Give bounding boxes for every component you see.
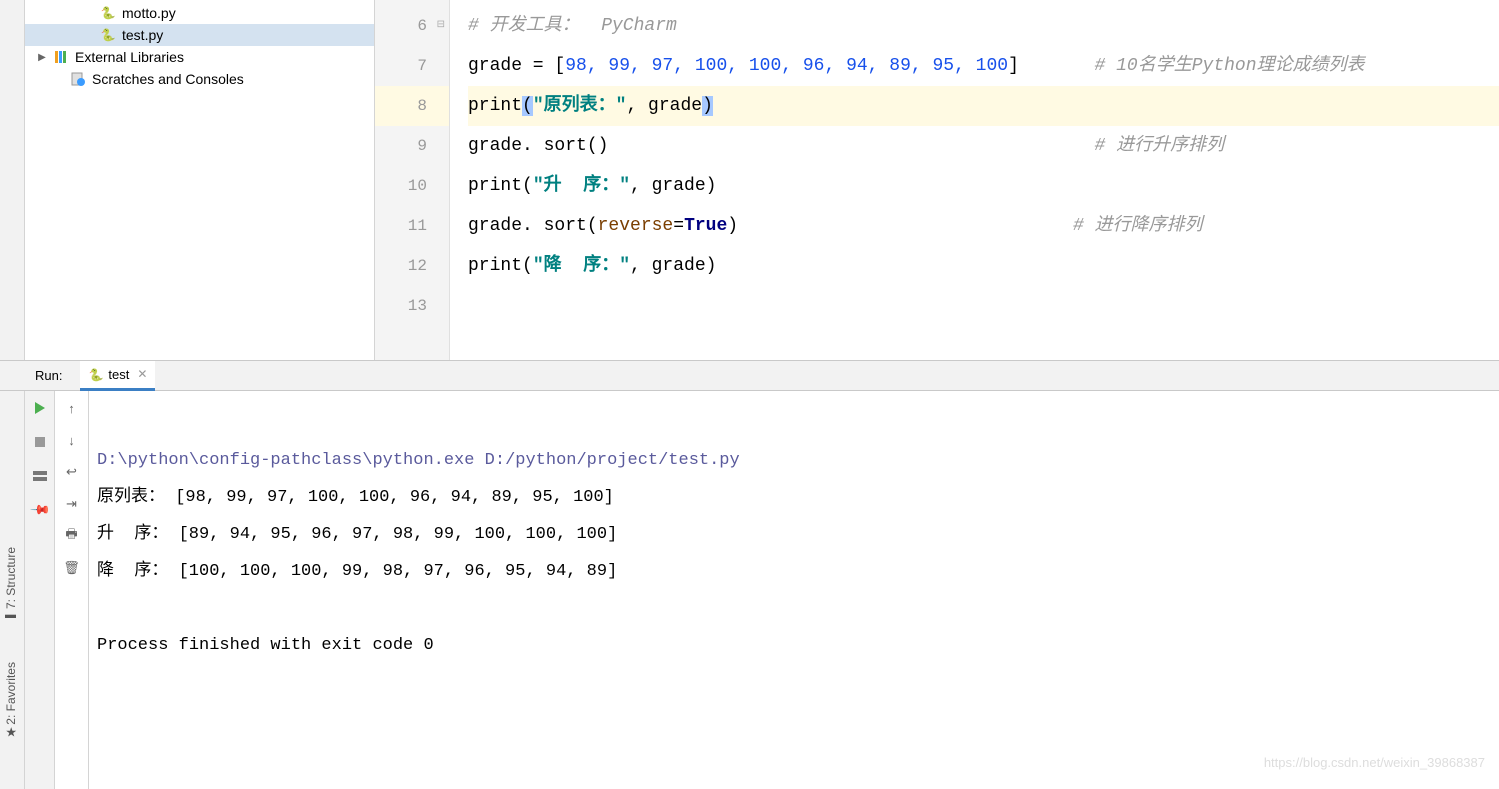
pin-icon[interactable]: 📌 [27,497,52,522]
run-toolbar-secondary: ↑ ↓ ↩ ⇥ 🖶 🗑 [55,391,89,789]
tree-item-test[interactable]: test.py [25,24,374,46]
line-number: 9 [375,126,449,166]
console-command: D:\python\config-pathclass\python.exe D:… [97,442,1491,479]
line-number: 7 [375,46,449,86]
close-icon[interactable]: ✕ [137,367,147,381]
code-line[interactable]: grade. sort(reverse=True) # 进行降序排列 [468,206,1499,246]
run-label: Run: [35,368,62,383]
code-line[interactable]: grade. sort() # 进行升序排列 [468,126,1499,166]
console-output[interactable]: D:\python\config-pathclass\python.exe D:… [89,391,1499,789]
tree-item-external-libs[interactable]: ▶ External Libraries [25,46,374,68]
tree-item-scratches[interactable]: Scratches and Consoles [25,68,374,90]
trash-icon[interactable]: 🗑 [63,559,81,577]
left-tool-tabs: ▬7: Structure ★2: Favorites [0,391,25,789]
code-line[interactable] [468,286,1499,326]
code-line[interactable]: print("原列表：", grade) [468,86,1499,126]
tree-label: External Libraries [75,49,184,65]
code-line[interactable]: print("降 序：", grade) [468,246,1499,286]
line-number: 6⊟ [375,6,449,46]
rerun-icon[interactable] [31,399,49,417]
watermark-text: https://blog.csdn.net/weixin_39868387 [1264,744,1485,781]
structure-tool-tab[interactable]: ▬7: Structure [4,547,18,624]
run-tab-test[interactable]: test ✕ [80,361,155,391]
console-line: 降 序： [100, 100, 100, 99, 98, 97, 96, 95,… [97,553,1491,590]
editor-gutter: 6⊟ 7 8 9 10 11 12 13 [375,0,450,360]
line-number: 11 [375,206,449,246]
soft-wrap-icon[interactable]: ↩ [63,463,81,481]
code-content[interactable]: # 开发工具： PyCharm grade = [98, 99, 97, 100… [450,0,1499,360]
python-file-icon [88,367,108,382]
print-icon[interactable]: 🖶 [63,527,81,545]
layout-icon[interactable] [31,467,49,485]
python-file-icon [100,5,116,21]
console-exit: Process finished with exit code 0 [97,627,1491,664]
run-toolbar-primary: 📌 [25,391,55,789]
chevron-right-icon[interactable]: ▶ [35,50,49,64]
scroll-end-icon[interactable]: ⇥ [63,495,81,513]
console-blank [97,590,1491,627]
code-line[interactable]: print("升 序：", grade) [468,166,1499,206]
python-file-icon [100,27,116,43]
run-tool-window: Run: test ✕ ▬7: Structure ★2: Favorites … [0,360,1499,692]
favorites-tool-tab[interactable]: ★2: Favorites [4,662,18,744]
scratches-icon [70,71,86,87]
tree-label: test.py [122,27,163,43]
tree-item-motto[interactable]: motto.py [25,2,374,24]
code-editor[interactable]: 6⊟ 7 8 9 10 11 12 13 # 开发工具： PyCharm gra… [375,0,1499,360]
line-number: 10 [375,166,449,206]
down-icon[interactable]: ↓ [63,431,81,449]
library-icon [53,49,69,65]
tree-label: motto.py [122,5,176,21]
run-tab-name: test [108,367,129,382]
run-header: Run: test ✕ [0,361,1499,391]
tree-label: Scratches and Consoles [92,71,244,87]
up-icon[interactable]: ↑ [63,399,81,417]
line-number: 13 [375,286,449,326]
stop-icon[interactable] [31,433,49,451]
code-line[interactable]: # 开发工具： PyCharm [468,6,1499,46]
line-number: 8 [375,86,449,126]
console-line: 升 序： [89, 94, 95, 96, 97, 98, 99, 100, 1… [97,516,1491,553]
left-gutter-stripe [0,0,25,360]
code-line[interactable]: grade = [98, 99, 97, 100, 100, 96, 94, 8… [468,46,1499,86]
fold-icon[interactable]: ⊟ [437,6,445,46]
project-tree[interactable]: motto.py test.py ▶ External Libraries Sc… [25,0,375,360]
line-number: 12 [375,246,449,286]
console-line: 原列表： [98, 99, 97, 100, 100, 96, 94, 89, … [97,479,1491,516]
